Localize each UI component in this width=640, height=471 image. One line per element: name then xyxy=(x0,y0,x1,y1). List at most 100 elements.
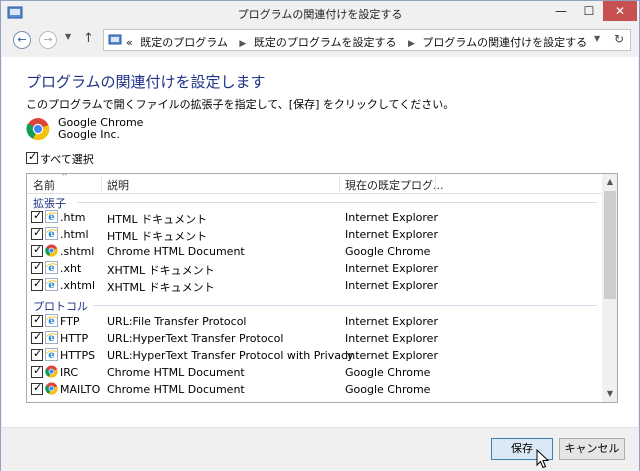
checkbox-checked-icon[interactable] xyxy=(31,381,43,395)
item-current-default: Internet Explorer xyxy=(345,332,438,345)
item-current-default: Internet Explorer xyxy=(345,315,438,328)
navigation-bar: ← → ▼ ↑ « 既定のプログラム ▶ 既定のプログラムを設定する ▶ プログ… xyxy=(9,29,631,51)
breadcrumb-set-default-programs[interactable]: 既定のプログラムを設定する xyxy=(254,36,397,49)
chrome-icon xyxy=(45,382,58,395)
page-title: プログラムの関連付けを設定します xyxy=(26,73,266,91)
breadcrumb-default-programs[interactable]: 既定のプログラム xyxy=(140,36,228,49)
list-item[interactable]: .html HTML ドキュメント Internet Explorer xyxy=(27,226,602,243)
item-name: FTP xyxy=(60,315,80,328)
forward-button[interactable]: → xyxy=(39,31,57,49)
back-button[interactable]: ← xyxy=(13,31,31,49)
chrome-icon xyxy=(45,244,58,257)
cancel-button[interactable]: キャンセル xyxy=(559,438,625,460)
item-description: XHTML ドキュメント xyxy=(107,264,215,277)
item-name: HTTP xyxy=(60,332,89,345)
item-current-default: Internet Explorer xyxy=(345,262,438,275)
column-header-current-default[interactable]: 現在の既定プログ... xyxy=(345,177,444,193)
group-divider xyxy=(93,305,597,306)
item-current-default: Google Chrome xyxy=(345,366,431,379)
column-divider[interactable] xyxy=(339,176,340,192)
item-name: .shtml xyxy=(60,245,95,258)
item-description: HTML ドキュメント xyxy=(107,213,208,226)
column-divider[interactable] xyxy=(435,176,436,192)
mouse-pointer-icon xyxy=(536,449,550,469)
breadcrumb-separator-icon[interactable]: ▶ xyxy=(408,39,415,49)
ie-icon xyxy=(45,331,58,344)
item-description: URL:HyperText Transfer Protocol xyxy=(107,332,284,345)
column-divider[interactable] xyxy=(101,176,102,192)
item-description: XHTML ドキュメント xyxy=(107,281,215,294)
checkbox-checked-icon[interactable] xyxy=(31,226,43,240)
up-button[interactable]: ↑ xyxy=(83,31,94,46)
column-header-description[interactable]: 説明 xyxy=(107,177,129,193)
program-company: Google Inc. xyxy=(58,128,121,141)
maximize-button[interactable]: ☐ xyxy=(575,1,603,21)
list-item[interactable]: FTP URL:File Transfer Protocol Internet … xyxy=(27,313,602,330)
checkbox-checked-icon[interactable] xyxy=(31,313,43,327)
item-description: Chrome HTML Document xyxy=(107,383,245,396)
item-name: .xhtml xyxy=(60,279,96,292)
vertical-scrollbar[interactable]: ▲ ▼ xyxy=(602,174,617,402)
breadcrumb-set-associations[interactable]: プログラムの関連付けを設定する xyxy=(422,36,587,49)
minimize-button[interactable]: — xyxy=(547,1,575,21)
list-item[interactable]: .htm HTML ドキュメント Internet Explorer xyxy=(27,209,602,226)
scrollbar-thumb[interactable] xyxy=(604,191,616,299)
list-item[interactable]: HTTPS URL:HyperText Transfer Protocol wi… xyxy=(27,347,602,364)
association-list: 名前 ^ 説明 現在の既定プログ... 拡張子 .htm HTML ドキュメント… xyxy=(26,173,618,403)
ie-icon xyxy=(45,278,58,291)
checkbox-checked-icon[interactable] xyxy=(31,347,43,361)
item-name: .xht xyxy=(60,262,82,275)
recent-locations-dropdown[interactable]: ▼ xyxy=(65,32,71,41)
checkbox-checked-icon[interactable] xyxy=(31,277,43,291)
scroll-up-icon[interactable]: ▲ xyxy=(602,174,617,190)
item-description: Chrome HTML Document xyxy=(107,366,245,379)
list-item[interactable]: HTTP URL:HyperText Transfer Protocol Int… xyxy=(27,330,602,347)
scroll-down-icon[interactable]: ▼ xyxy=(602,386,617,402)
ie-icon xyxy=(45,314,58,327)
checkbox-checked-icon[interactable] xyxy=(26,150,38,164)
ie-icon xyxy=(45,210,58,223)
item-description: HTML ドキュメント xyxy=(107,230,208,243)
main-content: プログラムの関連付けを設定します このプログラムで開くファイルの拡張子を指定して… xyxy=(2,57,638,427)
group-divider xyxy=(77,202,597,203)
breadcrumb-separator-icon[interactable]: ▶ xyxy=(239,39,246,49)
item-current-default: Internet Explorer xyxy=(345,228,438,241)
select-all-checkbox[interactable]: すべて選択 xyxy=(26,150,94,166)
list-item[interactable]: IRC Chrome HTML Document Google Chrome xyxy=(27,364,602,381)
group-header-extensions[interactable]: 拡張子 xyxy=(33,195,66,210)
control-panel-icon xyxy=(108,34,122,45)
breadcrumb-overflow[interactable]: « xyxy=(126,36,133,49)
address-bar[interactable]: « 既定のプログラム ▶ 既定のプログラムを設定する ▶ プログラムの関連付けを… xyxy=(103,29,631,51)
sort-ascending-icon: ^ xyxy=(61,173,68,181)
item-name: .html xyxy=(60,228,89,241)
checkbox-checked-icon[interactable] xyxy=(31,330,43,344)
checkbox-checked-icon[interactable] xyxy=(31,260,43,274)
checkbox-checked-icon[interactable] xyxy=(31,243,43,257)
checkbox-checked-icon[interactable] xyxy=(31,209,43,223)
item-name: HTTPS xyxy=(60,349,96,362)
item-name: MAILTO xyxy=(60,383,101,396)
list-header: 名前 ^ 説明 現在の既定プログ... xyxy=(27,174,602,194)
window-title: プログラムの関連付けを設定する xyxy=(237,8,403,21)
dialog-window: プログラムの関連付けを設定する — ☐ ✕ ← → ▼ ↑ « 既定のプログラム… xyxy=(0,0,640,471)
refresh-icon[interactable]: ↻ xyxy=(614,32,624,46)
list-item[interactable]: .xhtml XHTML ドキュメント Internet Explorer xyxy=(27,277,602,294)
chrome-icon xyxy=(45,365,58,378)
chrome-icon xyxy=(26,117,50,141)
column-header-name[interactable]: 名前 xyxy=(33,177,55,193)
list-item[interactable]: .shtml Chrome HTML Document Google Chrom… xyxy=(27,243,602,260)
item-current-default: Internet Explorer xyxy=(345,211,438,224)
ie-icon xyxy=(45,348,58,361)
address-dropdown-icon[interactable]: ▼ xyxy=(594,34,600,43)
item-name: .htm xyxy=(60,211,86,224)
ie-icon xyxy=(45,261,58,274)
checkbox-checked-icon[interactable] xyxy=(31,364,43,378)
close-button[interactable]: ✕ xyxy=(603,1,637,21)
list-item[interactable]: MAILTO Chrome HTML Document Google Chrom… xyxy=(27,381,602,398)
item-current-default: Google Chrome xyxy=(345,383,431,396)
breadcrumb: « 既定のプログラム ▶ 既定のプログラムを設定する ▶ プログラムの関連付けを… xyxy=(126,34,591,50)
group-header-protocols[interactable]: プロトコル xyxy=(33,298,88,313)
instruction-text: このプログラムで開くファイルの拡張子を指定して、[保存] をクリックしてください… xyxy=(26,98,455,111)
title-bar: プログラムの関連付けを設定する — ☐ ✕ xyxy=(1,1,639,25)
list-item[interactable]: .xht XHTML ドキュメント Internet Explorer xyxy=(27,260,602,277)
